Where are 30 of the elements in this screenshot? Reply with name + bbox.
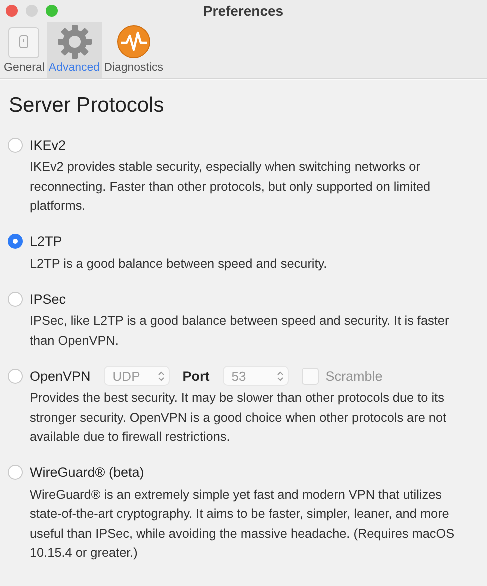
protocol-label: IPSec: [30, 292, 66, 306]
protocol-label: L2TP: [30, 234, 62, 249]
radio-button[interactable]: [8, 368, 23, 384]
stepper-icon: [276, 370, 284, 382]
gear-icon: [56, 24, 92, 60]
protocol-label: IKEv2: [30, 138, 66, 152]
radio-button[interactable]: [8, 138, 23, 152]
toolbar-tab[interactable]: Diagnostics: [102, 22, 166, 78]
minimize-button[interactable]: [26, 5, 38, 17]
toolbar-tab[interactable]: General: [2, 22, 47, 78]
radio-button[interactable]: [8, 234, 23, 249]
protocol-description: Provides the best security. It may be slower than other protocols due to its stronger security. OpenVPN is a good choice when other protocols are not available due to firewall restrictions.: [30, 390, 448, 446]
scramble-label: Scramble: [326, 368, 383, 384]
section-heading: Server Protocols: [9, 94, 166, 118]
radio-button[interactable]: [8, 465, 23, 480]
stepper-icon: [158, 370, 165, 382]
close-button[interactable]: [6, 5, 18, 17]
zoom-button[interactable]: [46, 5, 58, 17]
pulse-icon: [116, 24, 152, 60]
radio-button[interactable]: [8, 292, 23, 306]
toolbar-tab[interactable]: Advanced: [46, 22, 102, 78]
protocol-description: WireGuard® is an extremely simple yet fast and modern VPN that utilizes state-of-the-art cryptography. It aims to be faster, simpler, leaner, and more useful than IPSec, while avoiding the massive headache. (Requires macOS 10.15.4 or greater.): [30, 486, 456, 562]
switch-icon: [7, 26, 42, 60]
port-label: Port: [182, 368, 210, 384]
protocol-label: WireGuard® (beta): [30, 465, 144, 480]
protocol-description: L2TP is a good balance between speed and security.: [30, 256, 328, 273]
protocol-label: OpenVPN: [30, 368, 91, 384]
protocol-description: IKEv2 provides stable security, especially when switching networks or reconnecting. Faster than other protocols, but only supported on limited platforms.: [30, 159, 432, 215]
protocol-description: IPSec, like L2TP is a good balance between speed and security. It is faster than OpenVPN.: [30, 313, 450, 350]
window-title: Preferences: [203, 3, 284, 19]
